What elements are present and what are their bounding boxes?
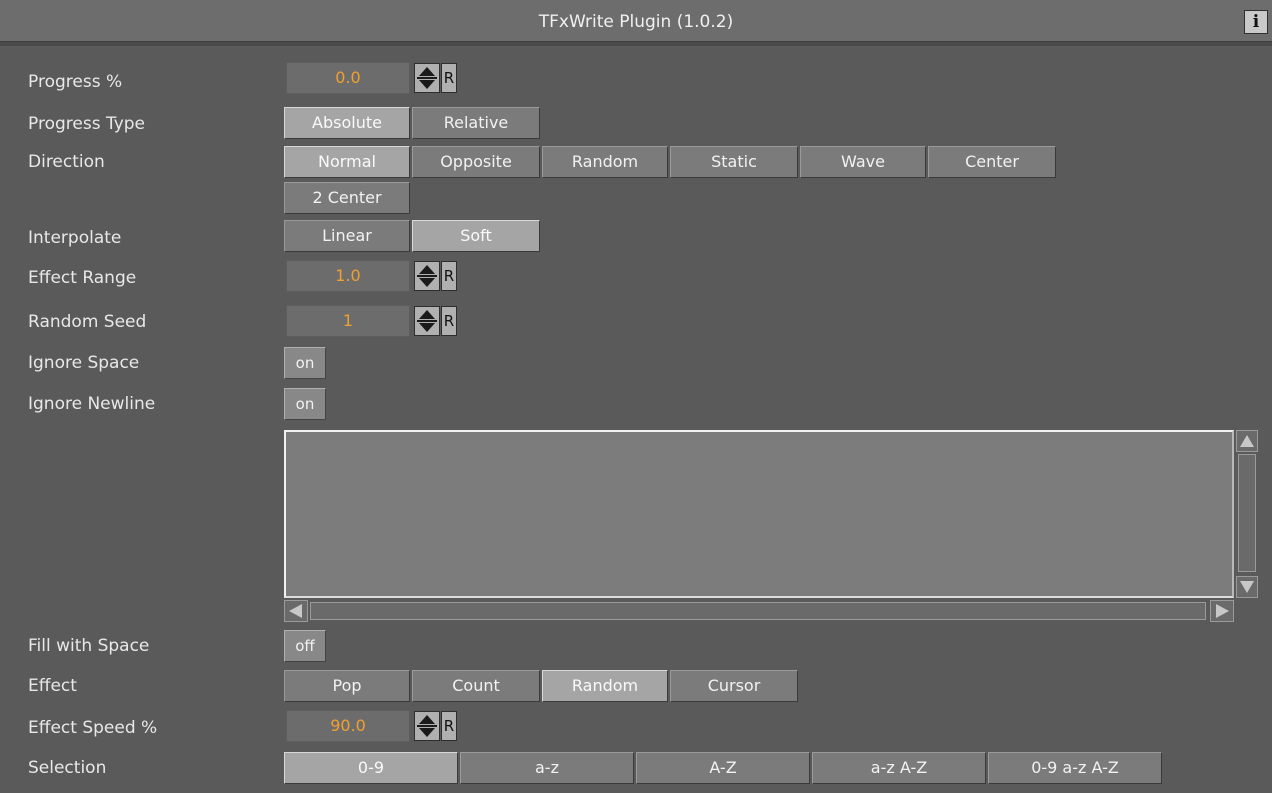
- direction-label: Direction: [28, 152, 105, 172]
- effect-range-input[interactable]: 1.0: [286, 260, 410, 292]
- effect-cursor-button[interactable]: Cursor: [670, 670, 798, 702]
- direction-static-button[interactable]: Static: [670, 146, 798, 178]
- fill-with-space-label: Fill with Space: [28, 636, 150, 656]
- ignore-newline-label: Ignore Newline: [28, 394, 156, 414]
- progress-input[interactable]: 0.0: [286, 62, 410, 94]
- scroll-down-arrow-icon[interactable]: [1236, 576, 1258, 598]
- progress-label: Progress %: [28, 72, 123, 92]
- random-seed-reset-button[interactable]: R: [441, 306, 457, 336]
- selection-upper-a-z-button[interactable]: A-Z: [636, 752, 810, 784]
- selection-label: Selection: [28, 758, 107, 778]
- effect-range-reset-button[interactable]: R: [441, 261, 457, 291]
- ignore-space-label: Ignore Space: [28, 353, 140, 373]
- progress-type-label: Progress Type: [28, 114, 145, 134]
- vertical-scrollbar[interactable]: [1236, 430, 1258, 598]
- random-seed-label: Random Seed: [28, 312, 147, 332]
- effect-range-spinner-icon[interactable]: [414, 261, 440, 291]
- effect-speed-label: Effect Speed %: [28, 718, 158, 738]
- effect-speed-input[interactable]: 90.0: [286, 710, 410, 742]
- progress-spinner-icon[interactable]: [414, 63, 440, 93]
- ignore-newline-toggle[interactable]: on: [284, 388, 326, 420]
- interpolate-linear-button[interactable]: Linear: [284, 220, 410, 252]
- direction-random-button[interactable]: Random: [542, 146, 668, 178]
- text-area[interactable]: [284, 430, 1234, 598]
- effect-pop-button[interactable]: Pop: [284, 670, 410, 702]
- direction-center-button[interactable]: Center: [928, 146, 1056, 178]
- scroll-left-arrow-icon[interactable]: [284, 600, 308, 622]
- effect-speed-reset-button[interactable]: R: [441, 711, 457, 741]
- effect-speed-spinner-icon[interactable]: [414, 711, 440, 741]
- direction-2-center-button[interactable]: 2 Center: [284, 182, 410, 214]
- window-title: TFxWrite Plugin (1.0.2): [538, 12, 734, 32]
- scroll-up-arrow-icon[interactable]: [1236, 430, 1258, 452]
- interpolate-label: Interpolate: [28, 228, 122, 248]
- effect-random-button[interactable]: Random: [542, 670, 668, 702]
- direction-wave-button[interactable]: Wave: [800, 146, 926, 178]
- selection-a-z-upper-a-z-button[interactable]: a-z A-Z: [812, 752, 986, 784]
- selection-0-9-button[interactable]: 0-9: [284, 752, 458, 784]
- info-button[interactable]: i: [1244, 10, 1268, 34]
- vertical-scroll-thumb[interactable]: [1238, 454, 1256, 572]
- direction-normal-button[interactable]: Normal: [284, 146, 410, 178]
- random-seed-input[interactable]: 1: [286, 305, 410, 337]
- selection-a-z-button[interactable]: a-z: [460, 752, 634, 784]
- fill-with-space-toggle[interactable]: off: [284, 630, 326, 662]
- effect-label: Effect: [28, 676, 77, 696]
- scroll-right-arrow-icon[interactable]: [1210, 600, 1234, 622]
- title-separator: [0, 42, 1272, 46]
- title-bar: TFxWrite Plugin (1.0.2) i: [0, 0, 1272, 42]
- progress-type-relative-button[interactable]: Relative: [412, 107, 540, 139]
- interpolate-soft-button[interactable]: Soft: [412, 220, 540, 252]
- selection-all-button[interactable]: 0-9 a-z A-Z: [988, 752, 1162, 784]
- progress-reset-button[interactable]: R: [441, 63, 457, 93]
- effect-count-button[interactable]: Count: [412, 670, 540, 702]
- random-seed-spinner-icon[interactable]: [414, 306, 440, 336]
- effect-range-label: Effect Range: [28, 268, 137, 288]
- direction-opposite-button[interactable]: Opposite: [412, 146, 540, 178]
- ignore-space-toggle[interactable]: on: [284, 347, 326, 379]
- progress-type-absolute-button[interactable]: Absolute: [284, 107, 410, 139]
- horizontal-scrollbar[interactable]: [284, 600, 1234, 622]
- horizontal-scroll-thumb[interactable]: [310, 602, 1206, 620]
